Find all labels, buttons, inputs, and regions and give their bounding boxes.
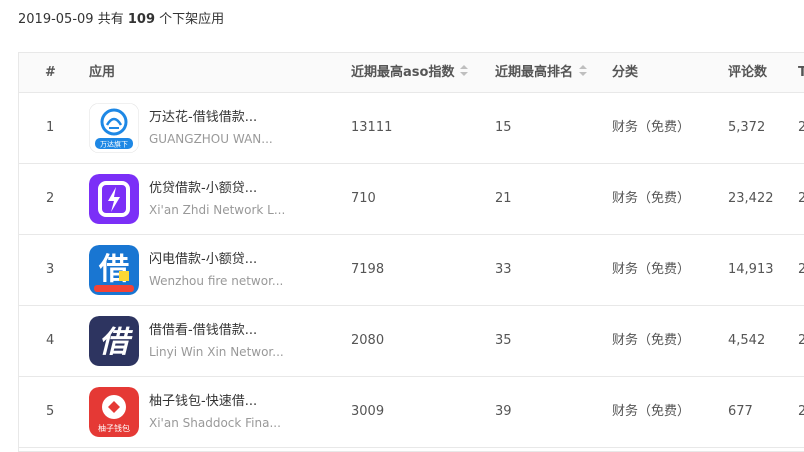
category-value: 财务（免费）: [612, 191, 691, 206]
aso-value: 2080: [351, 333, 385, 348]
apps-table: # 应用 近期最高aso指数 近期最高排名 分类 评论数 T 1 万达旗下 万达…: [18, 52, 804, 452]
next-value: 2: [798, 191, 804, 206]
lightning-icon[interactable]: [89, 174, 139, 224]
app-developer: Xi'an Zhdi Network L...: [149, 203, 286, 217]
summary-date: 2019-05-09: [18, 12, 94, 27]
app-name[interactable]: 闪电借款-小额贷...: [149, 251, 257, 269]
next-value: 2: [798, 120, 804, 135]
reviews-value: 677: [728, 404, 753, 419]
app-name[interactable]: 柚子钱包-快速借...: [149, 393, 257, 411]
row-index: 2: [46, 191, 55, 206]
sort-icon[interactable]: [579, 65, 588, 77]
category-value: 财务（免费）: [612, 404, 691, 419]
app-name[interactable]: 优贷借款-小额贷...: [149, 180, 257, 198]
next-value: 2: [798, 404, 804, 419]
aso-value: 3009: [351, 404, 385, 419]
col-rank[interactable]: 近期最高排名: [495, 53, 588, 93]
rank-value: 33: [495, 262, 512, 277]
icon-label: 借: [98, 252, 129, 287]
aso-value: 7198: [351, 262, 385, 277]
table-row[interactable]: 1 万达旗下 万达花-借钱借款... GUANGZHOU WAN... 1311…: [19, 93, 804, 164]
app-developer: Wenzhou fire networ...: [149, 274, 284, 288]
summary-prefix: 共有: [97, 12, 124, 27]
category-value: 财务（免费）: [612, 120, 691, 135]
category-value: 财务（免费）: [612, 333, 691, 348]
app-name[interactable]: 万达花-借钱借款...: [149, 109, 257, 127]
summary-suffix: 个下架应用: [159, 12, 225, 27]
summary-count: 109: [127, 12, 155, 27]
icon-label: 万达旗下: [100, 140, 128, 149]
row-index: 3: [46, 262, 55, 277]
rank-value: 35: [495, 333, 512, 348]
category-value: 财务（免费）: [612, 262, 691, 277]
row-index: 5: [46, 404, 55, 419]
reviews-value: 14,913: [728, 262, 774, 277]
wanda-logo-icon[interactable]: 万达旗下: [89, 103, 139, 153]
reviews-value: 5,372: [728, 120, 766, 135]
summary-text: 2019-05-09 共有 109 个下架应用: [18, 10, 224, 30]
row-index: 1: [46, 120, 55, 135]
table-body: 1 万达旗下 万达花-借钱借款... GUANGZHOU WAN... 1311…: [19, 93, 804, 448]
app-name[interactable]: 借借看-借钱借款...: [149, 322, 257, 340]
col-next: T: [798, 65, 804, 80]
app-developer: Linyi Win Xin Networ...: [149, 345, 284, 359]
table-row[interactable]: 4 借 借借看-借钱借款... Linyi Win Xin Networ... …: [19, 306, 804, 377]
table-row[interactable]: 5 柚子钱包 柚子钱包-快速借... Xi'an Shaddock Fina..…: [19, 377, 804, 448]
col-app: 应用: [89, 65, 116, 80]
reviews-value: 4,542: [728, 333, 766, 348]
rank-value: 15: [495, 120, 512, 135]
col-rank-label: 近期最高排名: [495, 65, 574, 80]
col-aso-label: 近期最高aso指数: [351, 65, 455, 80]
row-index: 4: [46, 333, 55, 348]
rank-value: 39: [495, 404, 512, 419]
col-index: #: [45, 65, 56, 80]
sort-icon[interactable]: [460, 65, 469, 77]
table-row[interactable]: 3 借 闪电借款-小额贷... Wenzhou fire networ... 7…: [19, 235, 804, 306]
col-aso[interactable]: 近期最高aso指数: [351, 53, 469, 93]
icon-label: 柚子钱包: [98, 423, 130, 433]
app-developer: Xi'an Shaddock Fina...: [149, 416, 281, 430]
aso-value: 710: [351, 191, 376, 206]
jie-char-icon[interactable]: 借: [89, 245, 139, 295]
reviews-value: 23,422: [728, 191, 774, 206]
next-value: 2: [798, 333, 804, 348]
app-developer: GUANGZHOU WAN...: [149, 132, 273, 146]
wallet-icon[interactable]: 柚子钱包: [89, 387, 139, 437]
table-header: # 应用 近期最高aso指数 近期最高排名 分类 评论数 T: [19, 53, 804, 93]
jie-char-icon[interactable]: 借: [89, 316, 139, 366]
table-row[interactable]: 2 优贷借款-小额贷... Xi'an Zhdi Network L... 71…: [19, 164, 804, 235]
aso-value: 13111: [351, 120, 393, 135]
col-category: 分类: [612, 65, 639, 80]
icon-label: 借: [99, 325, 133, 360]
rank-value: 21: [495, 191, 512, 206]
next-value: 2: [798, 262, 804, 277]
col-reviews: 评论数: [728, 65, 768, 80]
